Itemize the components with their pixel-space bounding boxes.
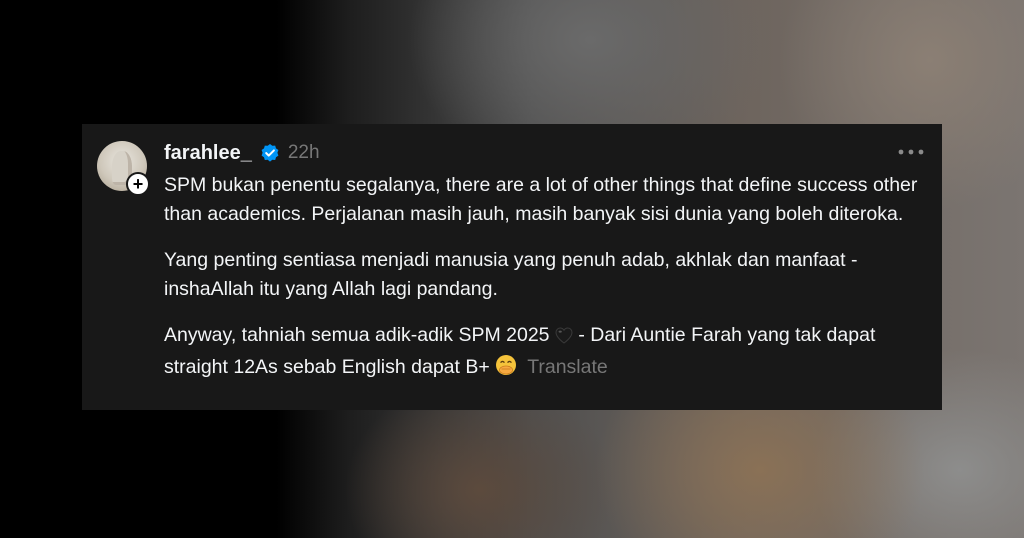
- post-header: farahlee_ 22h: [164, 140, 320, 166]
- face-with-hand-over-mouth-emoji-icon: [495, 354, 517, 385]
- translate-link[interactable]: Translate: [527, 356, 608, 378]
- username[interactable]: farahlee_: [164, 142, 252, 165]
- follow-plus-icon[interactable]: +: [126, 172, 150, 196]
- post-text: SPM bukan penentu segalanya, there are a…: [164, 171, 924, 385]
- verified-badge-icon: [260, 143, 280, 163]
- post-paragraph-3: Anyway, tahniah semua adik-adik SPM 2025…: [164, 321, 924, 385]
- post-timestamp: 22h: [287, 142, 320, 163]
- post-paragraph-1: SPM bukan penentu segalanya, there are a…: [164, 174, 918, 225]
- threads-post-card: + farahlee_ 22h SPM bukan penentu segala…: [82, 124, 942, 410]
- post-paragraph-2: Yang penting sentiasa menjadi manusia ya…: [164, 249, 858, 300]
- black-heart-emoji-icon: [555, 324, 573, 353]
- more-options-icon[interactable]: [894, 142, 928, 162]
- post-paragraph-3-part-1: Anyway, tahniah semua adik-adik SPM 2025: [164, 324, 550, 346]
